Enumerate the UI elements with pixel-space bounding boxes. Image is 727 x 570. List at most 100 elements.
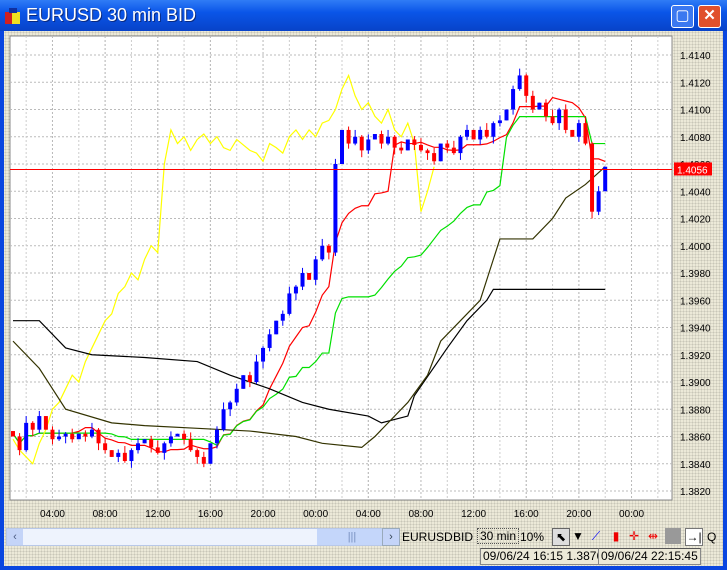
close-button[interactable]: ✕ xyxy=(698,5,721,28)
candle-body xyxy=(517,75,522,90)
candle xyxy=(537,102,542,110)
close-icon: ✕ xyxy=(703,7,716,24)
candle-body xyxy=(103,443,108,451)
candle xyxy=(590,141,595,219)
scroll-thumb[interactable]: ||| xyxy=(317,529,387,545)
window-title: EURUSD 30 min BID xyxy=(26,5,197,25)
y-tick-label: 1.4040 xyxy=(680,187,711,198)
candle xyxy=(274,320,279,335)
candle-body xyxy=(326,245,331,253)
candle xyxy=(76,433,81,440)
candle-body xyxy=(254,361,259,382)
candle-body xyxy=(478,129,483,140)
timeframe-selector[interactable]: 30 min xyxy=(477,528,520,544)
candle-body xyxy=(201,456,206,464)
y-tick-label: 1.4020 xyxy=(680,215,711,226)
chart-toolbar: ‹ ||| › EURUSD BID 30 min 10% ⬉ ▼ ⟋ ▮ ✛ … xyxy=(4,526,723,546)
status-bar: 09/06/24 16:15 1.3876 09/06/24 22:15:45 xyxy=(4,548,723,566)
x-tick-label: 16:00 xyxy=(514,509,539,520)
candle-body xyxy=(418,144,423,151)
candle xyxy=(405,139,410,151)
candle-body xyxy=(366,139,371,151)
price-chart[interactable]: 1.41401.41201.41001.40801.40601.40401.40… xyxy=(4,31,723,526)
candle-body xyxy=(359,136,364,151)
candle-body xyxy=(293,286,298,294)
candle xyxy=(570,129,575,137)
candle-body xyxy=(438,143,443,162)
candle-body xyxy=(247,375,252,382)
crosshair-icon[interactable]: ✛ xyxy=(626,528,642,544)
candle xyxy=(241,375,246,389)
x-tick-label: 04:00 xyxy=(356,509,381,520)
y-tick-label: 1.3820 xyxy=(680,487,711,498)
candle-body xyxy=(83,433,88,437)
maximize-icon: ▢ xyxy=(675,7,690,24)
scroll-left-icon[interactable]: ‹ xyxy=(7,529,23,545)
candle xyxy=(438,143,443,162)
scroll-right-button[interactable]: › xyxy=(382,528,400,546)
candle-body xyxy=(465,129,470,137)
cursor-icon[interactable]: ⬉ xyxy=(552,528,570,546)
chart-window: EURUSD 30 min BID ▢ ✕ 1.4140 1.4120 1.4100… xyxy=(0,0,727,570)
x-tick-label: 12:00 xyxy=(461,509,486,520)
scroll-end-icon[interactable]: →| xyxy=(685,528,703,546)
candle-body xyxy=(570,129,575,137)
candle xyxy=(340,129,344,164)
hcross-icon[interactable]: ⇹ xyxy=(645,528,661,544)
candle-icon[interactable]: ▮ xyxy=(608,528,624,544)
y-tick-label: 1.4140 xyxy=(680,51,711,62)
fill-icon[interactable] xyxy=(665,528,681,544)
candle-body xyxy=(208,443,213,464)
maximize-button[interactable]: ▢ xyxy=(671,5,694,28)
candle-body xyxy=(425,150,430,154)
candle-body xyxy=(24,422,29,451)
candle-body xyxy=(583,123,588,144)
side-label[interactable]: BID xyxy=(453,530,473,544)
horizontal-scrollbar[interactable]: ‹ ||| xyxy=(6,528,387,546)
candle-body xyxy=(195,450,200,457)
plot-area xyxy=(9,35,673,501)
zoom-level[interactable]: 10% xyxy=(520,530,544,544)
candle-body xyxy=(188,439,193,451)
app-icon xyxy=(5,8,20,24)
candle-body xyxy=(129,450,134,462)
candle-body xyxy=(340,129,344,164)
candle-body xyxy=(57,436,62,440)
candle-body xyxy=(576,123,581,137)
candle-body xyxy=(412,139,417,145)
title-bar[interactable]: EURUSD 30 min BID ▢ ✕ xyxy=(0,0,727,31)
candle-body xyxy=(182,433,187,440)
candle-body xyxy=(451,147,456,154)
candle xyxy=(504,109,509,121)
x-tick-label: 00:00 xyxy=(619,509,644,520)
candle xyxy=(307,273,312,280)
x-tick-label: 00:00 xyxy=(303,509,328,520)
candle-body xyxy=(320,245,325,260)
candle-body xyxy=(511,89,516,110)
candle-body xyxy=(89,429,94,437)
q-button[interactable]: Q xyxy=(707,530,716,544)
candle-body xyxy=(280,313,285,321)
dropdown-icon[interactable]: ▼ xyxy=(570,528,586,544)
candle-body xyxy=(43,416,48,430)
candle xyxy=(333,158,338,256)
candle-body xyxy=(537,102,542,110)
candle-body xyxy=(550,116,555,124)
x-tick-label: 04:00 xyxy=(40,509,65,520)
candle-body xyxy=(392,136,397,148)
candle-body xyxy=(155,447,160,453)
candle xyxy=(471,129,476,140)
candle xyxy=(142,439,147,444)
candle-body xyxy=(11,431,15,437)
symbol-label[interactable]: EURUSD xyxy=(402,530,453,544)
line-tool-icon[interactable]: ⟋ xyxy=(588,528,604,544)
candle-body xyxy=(346,129,351,144)
x-tick-label: 08:00 xyxy=(408,509,433,520)
chart-panel: 1.41401.41201.41001.40801.40601.40401.40… xyxy=(4,31,723,566)
y-tick-label: 1.3860 xyxy=(680,433,711,444)
candle-body xyxy=(37,416,42,430)
candle-body xyxy=(530,95,535,110)
candle-body xyxy=(379,134,384,144)
candle-body xyxy=(353,136,358,144)
candle-body xyxy=(234,388,239,403)
